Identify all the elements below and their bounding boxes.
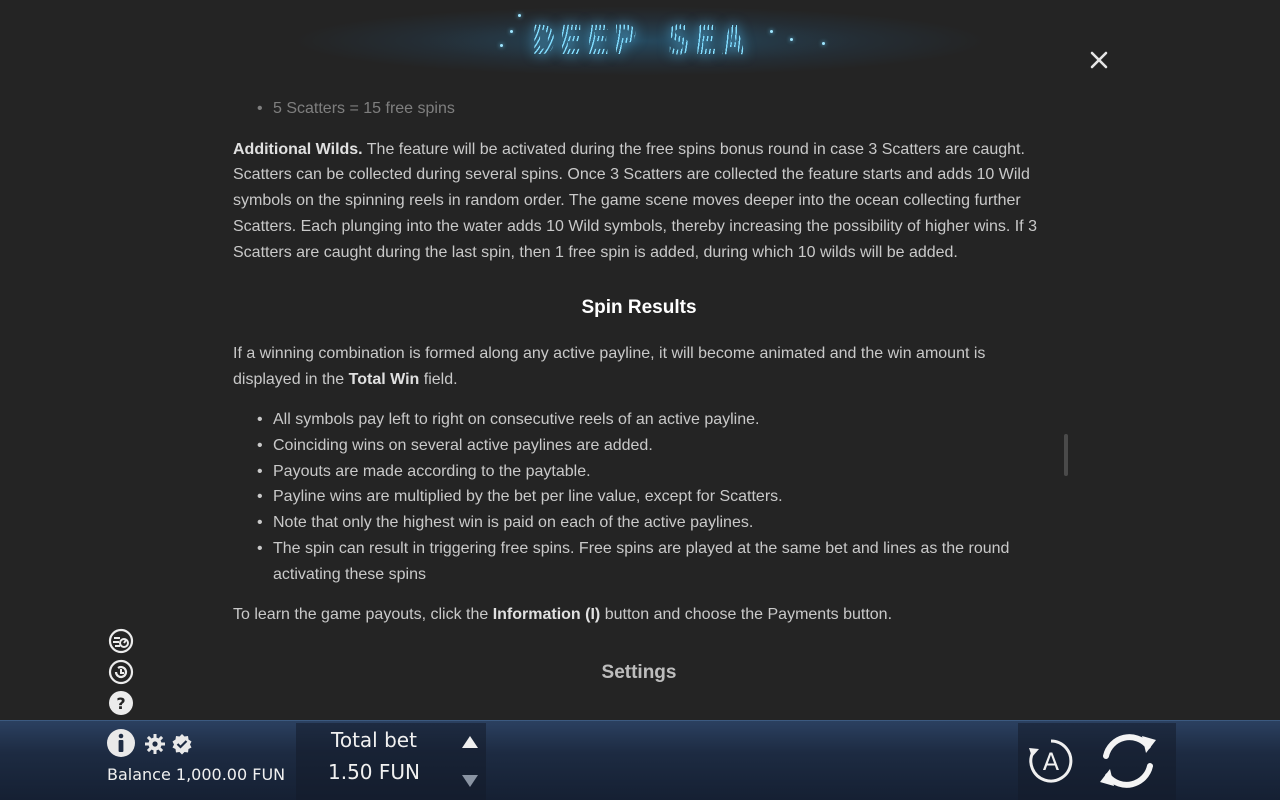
arrow-up-icon	[462, 736, 478, 748]
help-icon: ?	[109, 691, 133, 715]
game-logo: DEEP SEA	[490, 14, 790, 68]
spin-results-intro: If a winning combination is formed along…	[233, 341, 1045, 392]
intro-text: If a winning combination is formed along…	[233, 344, 986, 388]
logo-bubble	[518, 14, 521, 17]
verified-badge-icon	[172, 734, 192, 755]
list-item: Coinciding wins on several active paylin…	[233, 433, 1045, 459]
autoplay-button[interactable]: A	[1026, 736, 1076, 786]
game-header: DEEP SEA	[0, 0, 1280, 90]
bet-increase-button[interactable]	[460, 734, 480, 750]
spin-results-list: All symbols pay left to right on consecu…	[233, 407, 1045, 587]
info-icon	[107, 729, 135, 757]
speed-icon	[108, 628, 134, 654]
spin-results-title: Spin Results	[581, 297, 697, 319]
info-button[interactable]	[106, 728, 136, 758]
close-button[interactable]	[1086, 47, 1112, 73]
spin-icon	[1100, 734, 1156, 788]
list-item: All symbols pay left to right on consecu…	[233, 407, 1045, 433]
total-bet-value: 1.50 FUN	[328, 760, 420, 784]
list-item: The spin can result in triggering free s…	[233, 536, 1045, 587]
logo-bubble	[770, 30, 773, 33]
additional-wilds-text: The feature will be activated during the…	[233, 140, 1037, 261]
bet-decrease-button[interactable]	[460, 773, 480, 789]
logo-bubble	[500, 44, 503, 47]
svg-text:?: ?	[116, 694, 125, 713]
arrow-down-icon	[462, 775, 478, 787]
total-win-label: Total Win	[348, 370, 420, 388]
free-spins-list: 5 Scatters = 15 free spins	[233, 96, 1045, 122]
rules-content: 5 Scatters = 15 free spins Additional Wi…	[233, 96, 1045, 686]
intro-text: field.	[423, 370, 458, 388]
additional-wilds-paragraph: Additional Wilds. The feature will be ac…	[233, 137, 1045, 266]
autoplay-letter: A	[1043, 748, 1060, 776]
list-item: Note that only the highest win is paid o…	[233, 510, 1045, 536]
payouts-text: button and choose the Payments button.	[604, 606, 893, 624]
information-label: Information (I)	[492, 606, 601, 624]
additional-wilds-title: Additional Wilds.	[233, 140, 363, 158]
list-item: Payouts are made according to the paytab…	[233, 459, 1045, 485]
logo-bubble	[822, 42, 825, 45]
speed-button[interactable]	[108, 628, 134, 654]
bottom-control-bar	[0, 720, 1280, 800]
autoplay-icon: A	[1029, 739, 1073, 783]
certified-button[interactable]	[171, 733, 193, 755]
history-icon	[108, 659, 134, 685]
help-button[interactable]: ?	[108, 690, 134, 716]
payouts-paragraph: To learn the game payouts, click the Inf…	[233, 602, 1045, 628]
close-icon	[1090, 51, 1108, 69]
list-item: 5 Scatters = 15 free spins	[233, 96, 1045, 122]
gear-icon	[145, 734, 165, 754]
history-button[interactable]	[108, 659, 134, 685]
spin-button[interactable]	[1092, 726, 1164, 796]
settings-title: Settings	[601, 661, 677, 683]
logo-bubble	[790, 38, 793, 41]
payouts-text: To learn the game payouts, click the	[233, 606, 489, 624]
logo-bubble	[510, 30, 513, 33]
total-bet-label: Total bet	[331, 728, 417, 752]
scrollbar-thumb[interactable]	[1064, 434, 1068, 476]
settings-button[interactable]	[144, 733, 166, 755]
balance-display: Balance 1,000.00 FUN	[107, 765, 286, 784]
list-item: Payline wins are multiplied by the bet p…	[233, 484, 1045, 510]
